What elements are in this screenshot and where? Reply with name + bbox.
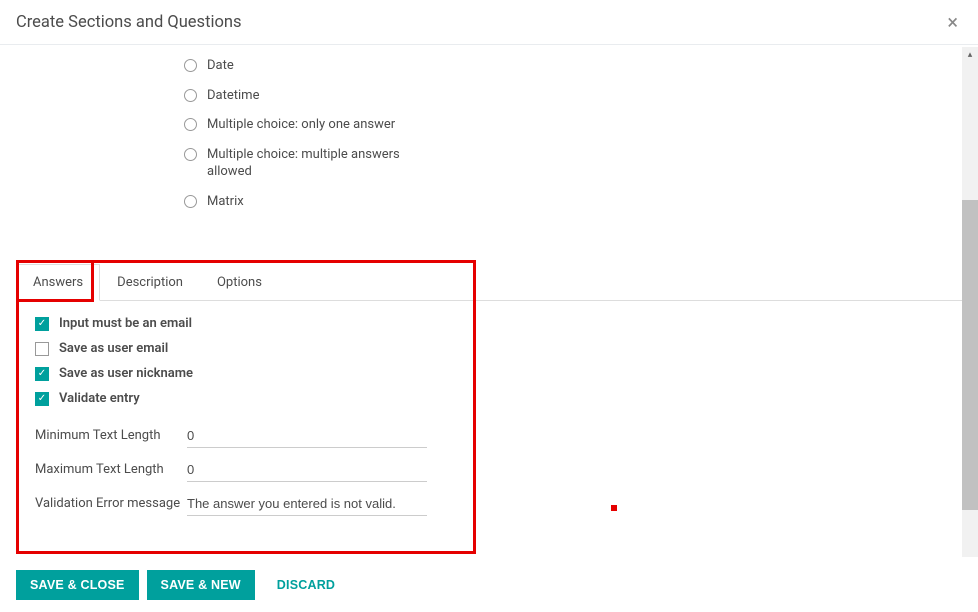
check-input-email-row[interactable]: ✓ Input must be an email xyxy=(35,311,463,336)
radio-label: Date xyxy=(207,57,234,75)
error-message-input[interactable] xyxy=(187,492,427,516)
field-error-message: Validation Error message xyxy=(35,487,463,521)
modal-header: Create Sections and Questions × xyxy=(0,0,978,45)
checkbox-unchecked-icon xyxy=(35,342,49,356)
radio-icon xyxy=(184,59,197,72)
radio-label: Datetime xyxy=(207,87,259,105)
scroll-up-arrow-icon[interactable]: ▴ xyxy=(962,47,978,63)
radio-mc-multi[interactable]: Multiple choice: multiple answers allowe… xyxy=(184,140,444,187)
radio-icon xyxy=(184,148,197,161)
radio-label: Matrix xyxy=(207,193,244,211)
answers-tab-highlight xyxy=(16,260,94,302)
field-label: Maximum Text Length xyxy=(35,458,187,477)
field-label: Validation Error message xyxy=(35,492,187,511)
radio-icon xyxy=(184,195,197,208)
radio-matrix[interactable]: Matrix xyxy=(184,187,444,217)
check-label: Save as user nickname xyxy=(59,366,193,381)
check-save-nick-row[interactable]: ✓ Save as user nickname xyxy=(35,361,463,386)
max-length-input[interactable] xyxy=(187,458,427,482)
radio-label: Multiple choice: multiple answers allowe… xyxy=(207,146,444,181)
check-label: Save as user email xyxy=(59,341,168,356)
save-new-button[interactable]: Save & New xyxy=(147,570,255,600)
field-max-length: Maximum Text Length xyxy=(35,453,463,487)
checkbox-checked-icon: ✓ xyxy=(35,392,49,406)
checkbox-checked-icon: ✓ xyxy=(35,317,49,331)
checkbox-checked-icon: ✓ xyxy=(35,367,49,381)
min-length-input[interactable] xyxy=(187,424,427,448)
radio-datetime[interactable]: Datetime xyxy=(184,81,444,111)
radio-label: Multiple choice: only one answer xyxy=(207,116,395,134)
discard-button[interactable]: Discard xyxy=(263,570,349,600)
check-label: Input must be an email xyxy=(59,316,192,331)
modal-footer: Save & Close Save & New Discard xyxy=(0,558,978,612)
scrollbar-thumb[interactable] xyxy=(962,200,978,510)
radio-mc-one[interactable]: Multiple choice: only one answer xyxy=(184,110,444,140)
check-label: Validate entry xyxy=(59,391,140,406)
save-close-button[interactable]: Save & Close xyxy=(16,570,139,600)
radio-date[interactable]: Date xyxy=(184,51,444,81)
answers-highlight-box: ✓ Input must be an email Save as user em… xyxy=(16,260,476,554)
modal-title: Create Sections and Questions xyxy=(16,13,242,32)
field-min-length: Minimum Text Length xyxy=(35,419,463,453)
question-type-radios: Date Datetime Multiple choice: only one … xyxy=(16,45,962,216)
check-validate-row[interactable]: ✓ Validate entry xyxy=(35,386,463,411)
field-label: Minimum Text Length xyxy=(35,424,187,443)
red-dot-marker xyxy=(611,505,617,511)
close-icon[interactable]: × xyxy=(943,12,962,32)
check-save-email-row[interactable]: Save as user email xyxy=(35,336,463,361)
radio-icon xyxy=(184,118,197,131)
radio-icon xyxy=(184,89,197,102)
